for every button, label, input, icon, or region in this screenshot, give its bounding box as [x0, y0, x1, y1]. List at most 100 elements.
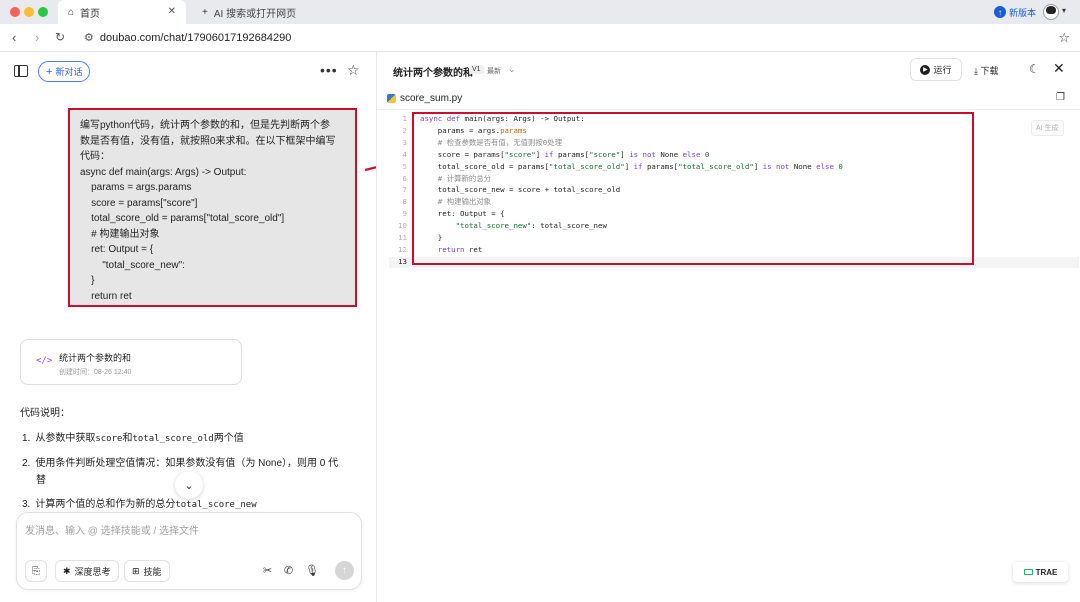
line-number: 8	[402, 197, 407, 207]
user-message-line: "total_score_new":	[80, 259, 185, 271]
microphone-icon[interactable]: 🎙	[305, 564, 319, 577]
explanation-text: 2.	[22, 458, 31, 469]
inline-code: total_score_old	[132, 434, 214, 444]
user-message-bubble: 编写python代码，统计两个参数的和，但是先判断两个参 数是否有值，没有值，就按…	[68, 108, 357, 307]
version-chevron-icon[interactable]: ⌄	[508, 64, 516, 75]
tab-label: 首页	[80, 8, 101, 20]
copy-icon[interactable]: ❐	[1056, 92, 1065, 103]
ai-generate-button[interactable]: AI 生成	[1031, 120, 1064, 136]
window-minimize-button[interactable]	[24, 7, 34, 17]
plus-icon: +	[202, 6, 208, 18]
user-message-line: async def main(args: Args) -> Output:	[80, 166, 247, 178]
new-chat-button[interactable]: + 新对话	[38, 61, 91, 82]
skills-label: 技能	[143, 566, 162, 577]
send-button[interactable]: ↑	[335, 561, 354, 580]
new-chat-label: 新对话	[55, 67, 83, 77]
new-version-label: 新版本	[1009, 7, 1037, 18]
explanation-text: 1.	[22, 433, 31, 444]
card-title: 统计两个参数的和	[59, 353, 132, 363]
trae-label: TRAE	[1035, 567, 1058, 577]
url-text: doubao.com/chat/17906017192684290	[99, 31, 292, 44]
chevron-down-icon[interactable]: ▾	[1062, 6, 1066, 15]
play-icon: ▶	[920, 64, 931, 75]
close-icon[interactable]: ✕	[1053, 60, 1065, 77]
user-message-line: ret: Output = {	[80, 244, 154, 255]
site-settings-icon[interactable]: ⚙	[84, 31, 94, 44]
skills-button[interactable]: ⊞ 技能	[124, 560, 170, 582]
card-created-time: 创建时间：08-26 12:40	[59, 369, 132, 376]
back-icon[interactable]: ‹	[12, 30, 16, 45]
run-button[interactable]: ▶ 运行	[910, 58, 962, 81]
explanation-text: 替	[36, 475, 46, 486]
bookmark-star-icon[interactable]: ☆	[1058, 30, 1070, 46]
reload-icon[interactable]: ↻	[55, 30, 65, 44]
scroll-down-button[interactable]: ⌄	[175, 471, 203, 499]
window-close-button[interactable]	[10, 7, 20, 17]
deep-think-label: 深度思考	[74, 566, 111, 577]
user-message-line: params = args.params	[80, 182, 192, 193]
inline-code: score	[95, 434, 123, 444]
explanation-text: 3.	[22, 499, 31, 510]
explanation-text: 和	[122, 433, 133, 444]
deep-think-button[interactable]: ✱ 深度思考	[55, 560, 119, 582]
more-options-icon[interactable]: •••	[320, 62, 338, 78]
user-message-line: score = params["score"]	[80, 197, 198, 209]
arrow-up-icon: ↑	[994, 6, 1006, 18]
download-label: 下载	[980, 66, 999, 76]
browser-tab-new[interactable]: + AI 搜索或打开网页	[192, 0, 422, 24]
atom-icon: ✱	[63, 565, 71, 576]
explanation-text: 计算两个值的总和作为新的总分	[35, 499, 176, 510]
message-input[interactable]: 发消息、输入 @ 选择技能或 / 选择文件	[25, 522, 199, 537]
run-label: 运行	[933, 65, 952, 75]
line-number: 4	[402, 149, 407, 159]
attach-button[interactable]: ⎘	[25, 560, 47, 582]
close-tab-icon[interactable]: ✕	[168, 6, 176, 17]
trae-logo-icon	[1023, 569, 1033, 575]
trae-badge[interactable]: TRAE	[1013, 562, 1068, 582]
explanation-text: 从参数中获取	[35, 433, 96, 444]
user-message-line: total_score_old = params["total_score_ol…	[80, 213, 285, 224]
window-zoom-button[interactable]	[38, 7, 48, 17]
browser-tab-home[interactable]: ⌂ 首页 ✕	[58, 0, 186, 24]
artifact-title: 统计两个参数的和	[393, 68, 473, 79]
file-tab-divider	[377, 109, 1080, 110]
line-number: 9	[402, 209, 407, 219]
user-message-line: 数是否有值，没有值，就按照0来求和。在以下框架中编写	[80, 135, 336, 147]
sidebar-toggle-icon[interactable]	[14, 65, 28, 77]
file-tab[interactable]: score_sum.py	[387, 93, 462, 104]
code-artifact-card[interactable]: </> 统计两个参数的和 创建时间：08-26 12:40	[20, 339, 242, 385]
theme-toggle-icon[interactable]: ☾	[1029, 62, 1040, 76]
avatar[interactable]	[1043, 4, 1059, 20]
line-number: 5	[402, 161, 407, 171]
line-number: 6	[402, 173, 407, 183]
message-composer[interactable]: 发消息、输入 @ 选择技能或 / 选择文件 ⎘ ✱ 深度思考 ⊞ 技能 ✂ ✆ …	[16, 512, 362, 590]
line-number: 2	[402, 125, 407, 135]
line-number: 12	[398, 244, 407, 254]
explanation-text: 两个值	[213, 433, 244, 444]
address-bar: ‹ › ↻ ⚙ doubao.com/chat/1790601719268429…	[0, 24, 1080, 52]
favorite-star-icon[interactable]: ☆	[347, 62, 360, 79]
line-number: 10	[398, 221, 407, 231]
line-number: 1	[402, 114, 407, 123]
download-button[interactable]: ⤓ 下载	[974, 64, 999, 77]
user-message-line: }	[80, 275, 95, 286]
explanation-item: 2. 使用条件判断处理空值情况：如果参数没有值（为 None），则用 0 代	[22, 455, 352, 472]
explanation-text: 使用条件判断处理空值情况：如果参数没有值（为 None），则用 0 代	[35, 458, 339, 469]
tab-label: AI 搜索或打开网页	[213, 8, 297, 20]
scissors-icon[interactable]: ✂	[263, 564, 272, 577]
url-field[interactable]: ⚙ doubao.com/chat/17906017192684290	[84, 31, 292, 45]
download-icon: ⤓	[974, 66, 978, 76]
plus-icon: +	[46, 65, 53, 78]
line-number: 13	[398, 256, 407, 266]
explanation-heading: 代码说明：	[20, 408, 70, 419]
tab-bar: ⌂ 首页 ✕ + AI 搜索或打开网页 ↑ 新版本 ▾	[0, 0, 1080, 24]
code-icon: </>	[36, 356, 53, 366]
arrow-up-icon: ↑	[342, 565, 347, 576]
forward-icon[interactable]: ›	[35, 30, 39, 45]
new-version-button[interactable]: ↑ 新版本	[994, 4, 1036, 20]
phone-icon[interactable]: ✆	[284, 564, 293, 577]
grid-icon: ⊞	[132, 565, 140, 576]
user-message-line: 编写python代码，统计两个参数的和，但是先判断两个参	[80, 120, 331, 131]
version-badge: V1	[469, 65, 484, 74]
line-number: 7	[402, 185, 407, 195]
